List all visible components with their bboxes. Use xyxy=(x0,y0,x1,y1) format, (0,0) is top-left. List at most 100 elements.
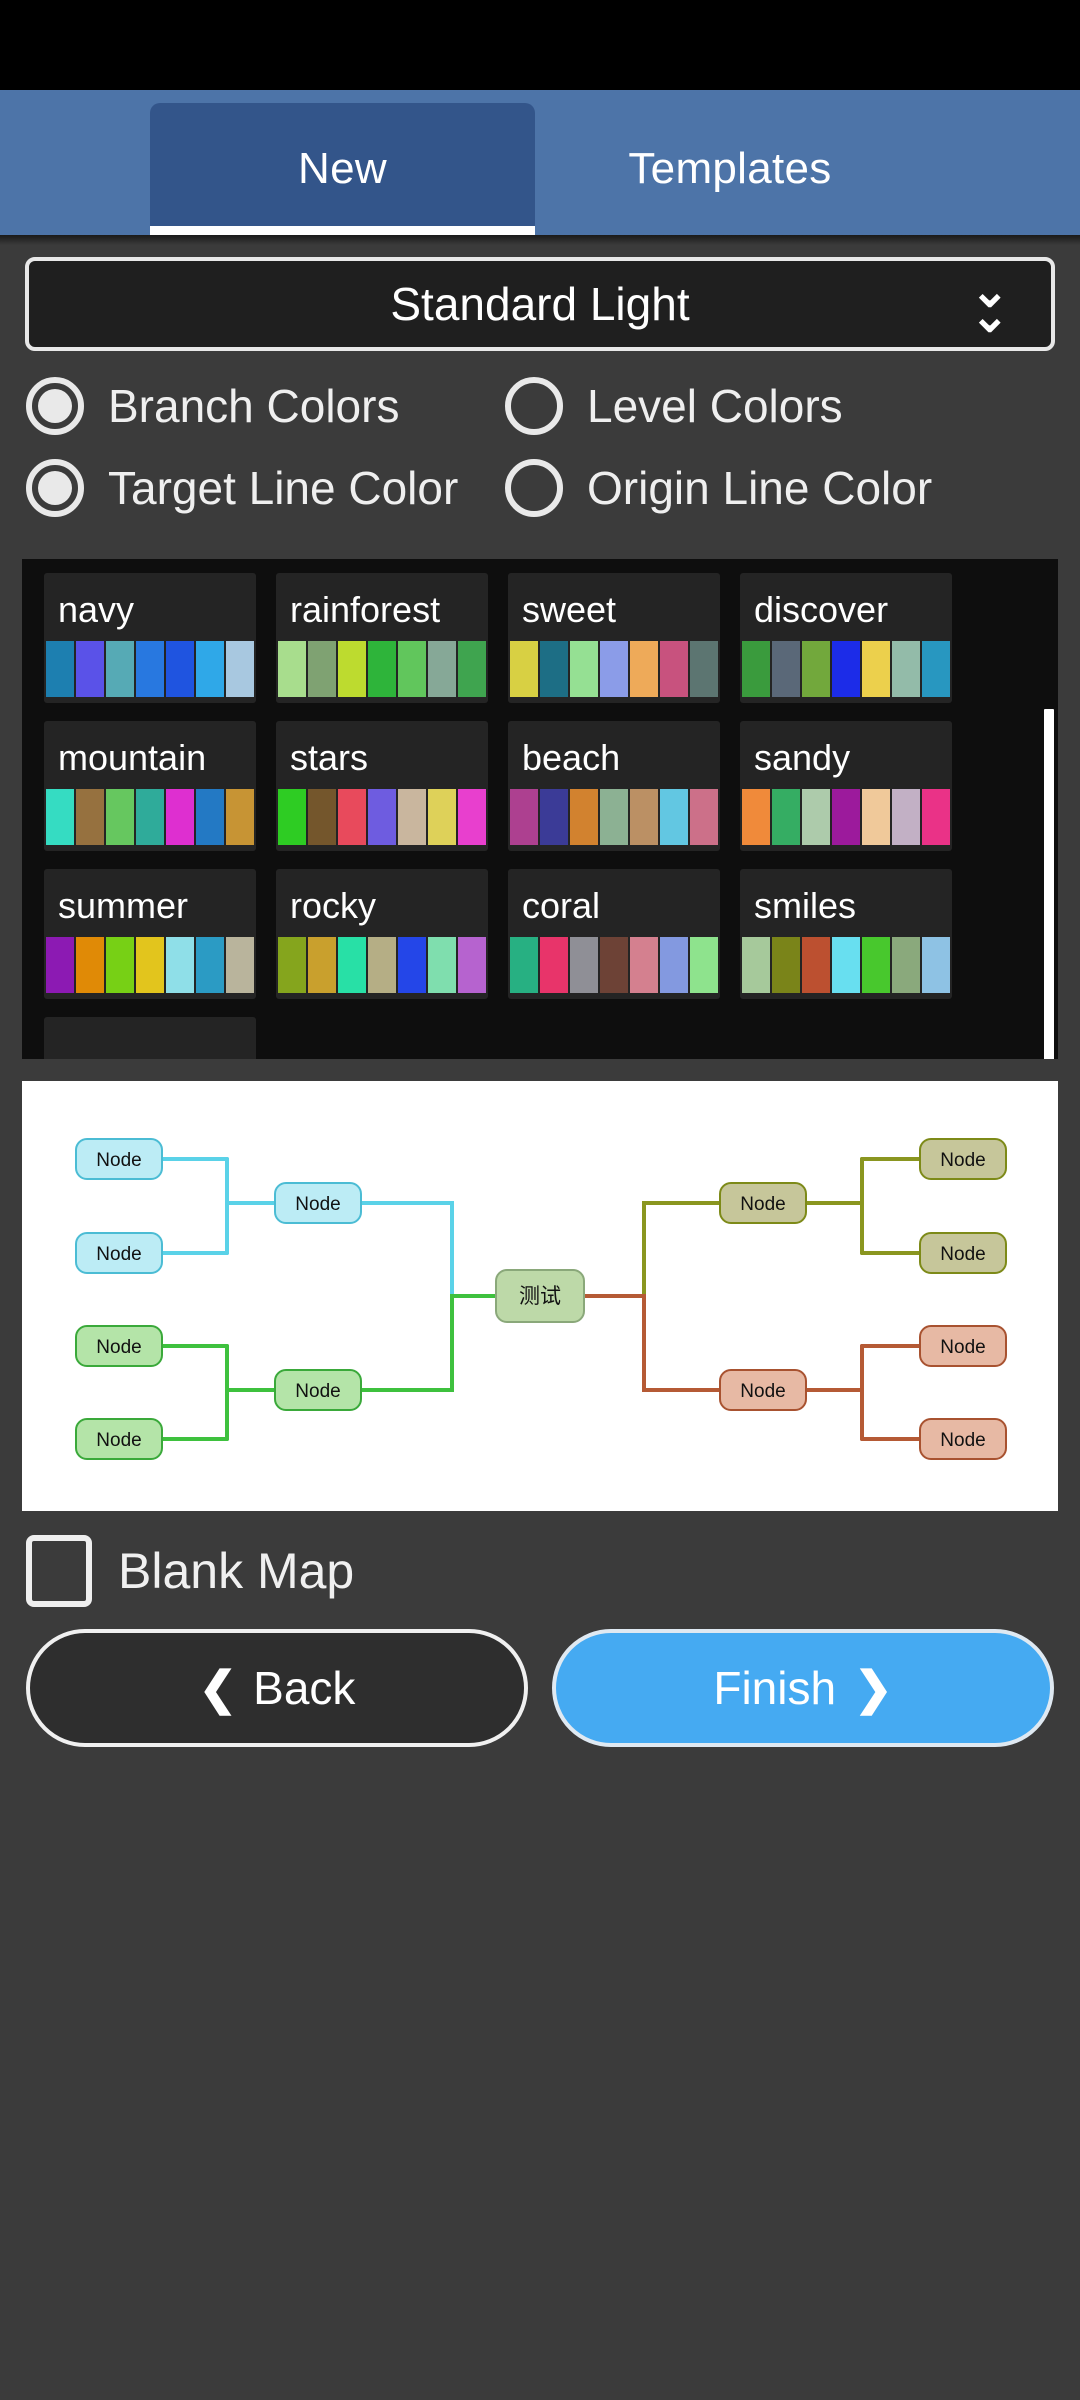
radio-target-line-color-icon[interactable] xyxy=(26,459,84,517)
blank-map-label: Blank Map xyxy=(118,1543,355,1599)
palette-swatch xyxy=(892,789,920,845)
palette-swatch xyxy=(46,937,74,993)
mindmap-node[interactable]: Node xyxy=(75,1138,163,1180)
radio-option-branch-colors[interactable]: Branch Colors xyxy=(0,377,505,435)
palette-swatch xyxy=(458,641,486,697)
radio-branch-colors-icon[interactable] xyxy=(26,377,84,435)
palette-swatch xyxy=(458,937,486,993)
color-options: Branch Colors Level Colors Target Line C… xyxy=(0,351,1080,559)
mindmap-preview: Node Node Node Node Node Node Node Node Node Node… xyxy=(22,1081,1058,1511)
mindmap-node-label: Node xyxy=(96,1430,141,1451)
mindmap-node[interactable]: Node xyxy=(719,1182,807,1224)
palette-swatches xyxy=(44,937,256,999)
mindmap-node[interactable]: Node xyxy=(274,1369,362,1411)
blank-map-row[interactable]: Blank Map xyxy=(26,1535,1054,1607)
radio-origin-line-color-icon[interactable] xyxy=(505,459,563,517)
mindmap-node[interactable]: Node xyxy=(274,1182,362,1224)
radio-row-color-mode: Branch Colors Level Colors xyxy=(0,377,1080,435)
palette-card[interactable]: sandy xyxy=(740,721,952,851)
tab-new[interactable]: New xyxy=(150,103,535,235)
palette-swatch xyxy=(226,937,254,993)
palette-card[interactable]: coral xyxy=(508,869,720,999)
palette-swatch xyxy=(398,789,426,845)
palette-swatch xyxy=(428,937,456,993)
palette-card[interactable]: navy xyxy=(44,573,256,703)
palette-swatch xyxy=(660,937,688,993)
mindmap-connector xyxy=(582,1201,722,1298)
palette-card[interactable]: rocky xyxy=(276,869,488,999)
radio-level-colors-icon[interactable] xyxy=(505,377,563,435)
palette-swatch xyxy=(922,641,950,697)
mindmap-node[interactable]: Node xyxy=(919,1325,1007,1367)
tab-templates-label: Templates xyxy=(628,144,832,193)
palette-name: coral xyxy=(522,885,601,926)
radio-option-origin-line-color[interactable]: Origin Line Color xyxy=(505,459,932,517)
mindmap-node-label: 测试 xyxy=(519,1284,561,1308)
palette-swatch xyxy=(428,789,456,845)
palette-swatches xyxy=(508,641,720,703)
chevron-right-icon: ❯ xyxy=(854,1662,893,1714)
palette-card[interactable]: beach xyxy=(508,721,720,851)
palette-swatch xyxy=(76,789,104,845)
palette-swatch xyxy=(802,641,830,697)
palette-swatch xyxy=(690,641,718,697)
palette-swatch xyxy=(540,641,568,697)
mindmap-node-label: Node xyxy=(295,1194,340,1215)
palette-scrollbar-thumb[interactable] xyxy=(1044,709,1054,1059)
palette-swatches xyxy=(508,937,720,999)
mindmap-node[interactable]: Node xyxy=(75,1232,163,1274)
blank-map-checkbox[interactable] xyxy=(26,1535,92,1607)
palette-swatch xyxy=(742,789,770,845)
palette-card[interactable]: rainforest xyxy=(276,573,488,703)
palette-swatch xyxy=(742,641,770,697)
palette-name: rocky xyxy=(290,885,377,926)
palette-swatch xyxy=(742,937,770,993)
palette-card[interactable]: discover xyxy=(740,573,952,703)
palette-swatch xyxy=(630,937,658,993)
back-button[interactable]: ❮ Back xyxy=(26,1629,528,1747)
radio-option-target-line-color[interactable]: Target Line Color xyxy=(0,459,505,517)
palette-card[interactable]: stars xyxy=(276,721,488,851)
palette-card[interactable]: summer xyxy=(44,869,256,999)
radio-level-colors-label: Level Colors xyxy=(587,380,843,432)
mindmap-node-label: Node xyxy=(940,1150,985,1171)
palette-swatch xyxy=(832,937,860,993)
mindmap-node[interactable]: Node xyxy=(719,1369,807,1411)
palette-name: stars xyxy=(290,737,369,778)
palette-swatch xyxy=(338,641,366,697)
palette-swatch xyxy=(630,789,658,845)
palette-swatch xyxy=(510,641,538,697)
palette-swatch xyxy=(398,641,426,697)
mindmap-node[interactable]: Node xyxy=(919,1418,1007,1460)
radio-option-level-colors[interactable]: Level Colors xyxy=(505,377,843,435)
mindmap-node-label: Node xyxy=(96,1244,141,1265)
mindmap-node[interactable]: Node xyxy=(919,1138,1007,1180)
palette-swatch xyxy=(540,937,568,993)
palette-swatch xyxy=(690,937,718,993)
palette-card[interactable]: mountain xyxy=(44,721,256,851)
palette-swatch xyxy=(166,937,194,993)
palette-scrollbar[interactable] xyxy=(1044,559,1054,1059)
palette-card[interactable]: sweet xyxy=(508,573,720,703)
mindmap-connector xyxy=(804,1157,864,1205)
palette-swatch xyxy=(862,789,890,845)
palette-card-partial[interactable] xyxy=(44,1017,256,1059)
palette-swatches xyxy=(740,789,952,851)
mindmap-node[interactable]: Node xyxy=(75,1325,163,1367)
theme-dropdown-container: Standard Light ⌄ ⌄ xyxy=(0,235,1080,351)
mindmap-node[interactable]: 测试 xyxy=(495,1269,585,1323)
tab-templates[interactable]: Templates xyxy=(535,103,925,235)
finish-button[interactable]: Finish ❯ xyxy=(552,1629,1054,1747)
palette-swatch xyxy=(196,641,224,697)
palette-swatch xyxy=(226,641,254,697)
palette-list[interactable]: navy rainforest sweet discover mountain stars… xyxy=(22,559,1058,1059)
palette-card[interactable]: smiles xyxy=(740,869,952,999)
chevron-double-down-icon: ⌄ ⌄ xyxy=(970,264,1009,342)
theme-dropdown[interactable]: Standard Light ⌄ ⌄ xyxy=(25,257,1055,351)
mindmap-node[interactable]: Node xyxy=(75,1418,163,1460)
palette-swatches xyxy=(276,937,488,999)
palette-name: summer xyxy=(58,885,189,926)
mindmap-node[interactable]: Node xyxy=(919,1232,1007,1274)
palette-swatch xyxy=(308,641,336,697)
palette-swatch xyxy=(892,641,920,697)
